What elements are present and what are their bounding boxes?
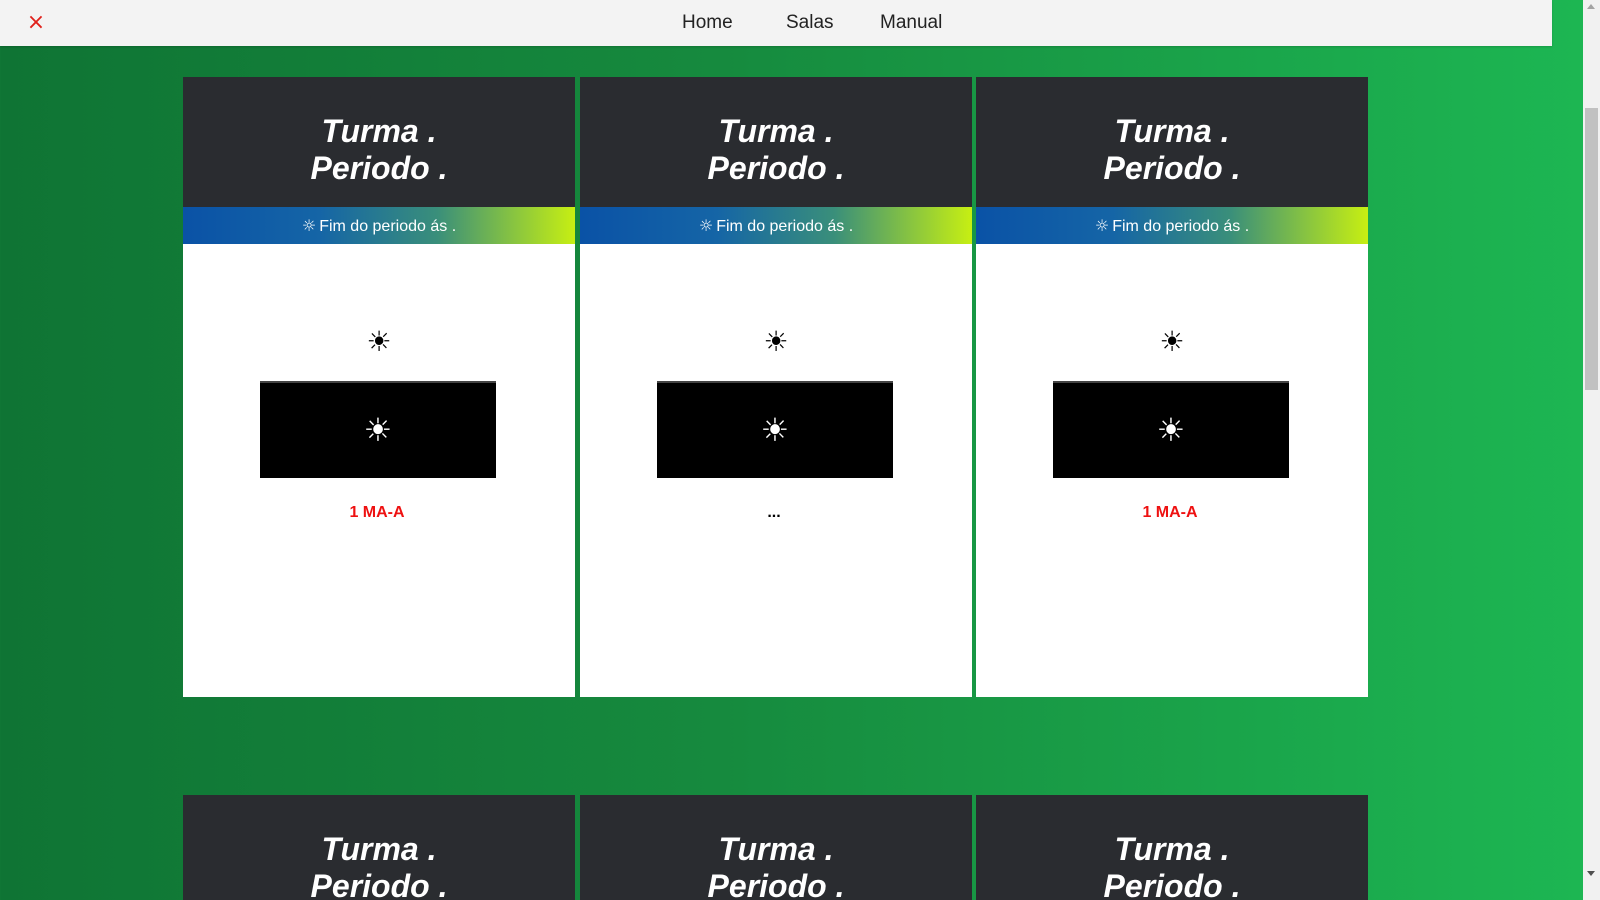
sun-outline-icon: ☼ [301,216,317,235]
scroll-down-arrow-icon[interactable] [1587,871,1595,876]
period-end-band: ☼ Fim do periodo ás . [183,207,575,244]
card-title-turma: Turma . [321,113,437,149]
nav-link-home[interactable]: Home [682,12,733,34]
period-end-text: Fim do periodo ás . [1112,218,1250,235]
class-card: Turma . Periodo . ☼ Fim do periodo ás . ☀… [183,77,575,697]
sun-icon: ☀ [763,325,789,358]
class-card: Turma . Periodo . [580,795,972,900]
class-name-label: ... [767,504,781,521]
class-card: Turma . Periodo . [183,795,575,900]
vertical-scrollbar[interactable] [1583,0,1600,900]
class-name-label: 1 MA-A [349,504,405,521]
card-header: Turma . Periodo . [183,77,575,207]
class-card: Turma . Periodo . ☼ Fim do periodo ás . ☀… [580,77,972,697]
card-title-turma: Turma . [718,831,834,867]
status-display: ☀ [657,381,893,478]
card-title-periodo: Periodo . [310,150,448,186]
sun-outline-icon: ☼ [1094,216,1110,235]
class-card: Turma . Periodo . [976,795,1368,900]
card-title-periodo: Periodo . [707,150,845,186]
card-title-turma: Turma . [718,113,834,149]
sun-outline-icon: ☼ [698,216,714,235]
scroll-up-arrow-icon[interactable] [1587,4,1595,9]
status-display: ☀ [1053,381,1289,478]
sun-icon: ☀ [760,411,790,449]
card-title-periodo: Periodo . [310,868,448,900]
status-display: ☀ [260,381,496,478]
period-end-text: Fim do periodo ás . [319,218,457,235]
nav-menu: Home Salas Manual [0,0,1552,46]
card-header: Turma . Periodo . [580,77,972,207]
card-title-turma: Turma . [1114,831,1230,867]
card-title-periodo: Periodo . [1103,868,1241,900]
period-end-text: Fim do periodo ás . [716,218,854,235]
nav-link-manual[interactable]: Manual [880,12,942,34]
card-title-turma: Turma . [321,831,437,867]
top-nav-bar: × Home Salas Manual [0,0,1552,46]
card-title-periodo: Periodo . [1103,150,1241,186]
card-title-turma: Turma . [1114,113,1230,149]
sun-icon: ☀ [1159,325,1185,358]
card-header: Turma . Periodo . [976,795,1368,900]
class-name-label: 1 MA-A [1142,504,1198,521]
nav-link-salas[interactable]: Salas [786,12,834,34]
scrollbar-thumb[interactable] [1585,108,1598,390]
period-end-band: ☼ Fim do periodo ás . [580,207,972,244]
class-card: Turma . Periodo . ☼ Fim do periodo ás . ☀… [976,77,1368,697]
sun-icon: ☀ [363,411,393,449]
card-title-periodo: Periodo . [707,868,845,900]
sun-icon: ☀ [366,325,392,358]
card-header: Turma . Periodo . [183,795,575,900]
period-end-band: ☼ Fim do periodo ás . [976,207,1368,244]
sun-icon: ☀ [1156,411,1186,449]
card-header: Turma . Periodo . [580,795,972,900]
card-header: Turma . Periodo . [976,77,1368,207]
